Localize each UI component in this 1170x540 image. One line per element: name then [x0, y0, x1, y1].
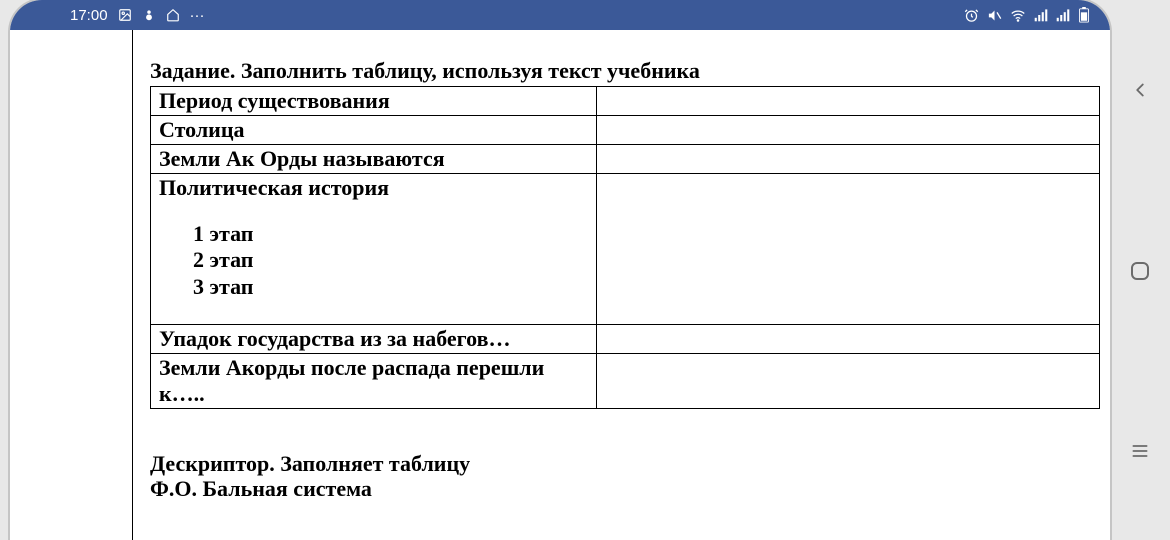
row-label: Столица	[151, 116, 597, 145]
descriptor-line1: Дескриптор. Заполняет таблицу	[150, 451, 1100, 476]
task-title: Задание. Заполнить таблицу, используя те…	[150, 58, 1100, 84]
status-right	[964, 7, 1090, 23]
nav-bar	[1110, 0, 1170, 540]
row-label: Период существования	[151, 87, 597, 116]
status-more: ···	[190, 7, 205, 24]
gallery-icon	[118, 8, 132, 22]
table-row: Упадок государства из за набегов…	[151, 325, 1100, 354]
table-row: Земли Акорды после распада перешли к…..	[151, 354, 1100, 409]
home-icon	[166, 8, 180, 22]
table-row: Столица	[151, 116, 1100, 145]
descriptor-line2: Ф.О. Бальная система	[150, 476, 1100, 501]
row-answer	[597, 354, 1100, 409]
phone-frame: 17:00 ···	[10, 0, 1110, 540]
row-label: Земли Акорды после распада перешли к…..	[151, 354, 597, 409]
row-answer	[597, 325, 1100, 354]
alarm-icon	[964, 8, 979, 23]
political-title: Политическая история	[159, 175, 588, 201]
stage-item: 2 этап	[193, 247, 588, 273]
stage-item: 1 этап	[193, 221, 588, 247]
row-answer	[597, 174, 1100, 325]
stages-list: 1 этап 2 этап 3 этап	[159, 221, 588, 300]
recents-button[interactable]	[1130, 441, 1150, 461]
row-answer	[597, 145, 1100, 174]
status-bar: 17:00 ···	[10, 0, 1110, 30]
stage-item: 3 этап	[193, 274, 588, 300]
back-button[interactable]	[1129, 79, 1151, 101]
document-viewport[interactable]: Задание. Заполнить таблицу, используя те…	[10, 30, 1110, 540]
margin-line	[132, 30, 133, 540]
signal2-icon	[1056, 8, 1070, 22]
row-label: Упадок государства из за набегов…	[151, 325, 597, 354]
row-answer	[597, 87, 1100, 116]
row-answer	[597, 116, 1100, 145]
worksheet-table: Период существования Столица Земли Ак Ор…	[150, 86, 1100, 409]
signal1-icon	[1034, 8, 1048, 22]
status-left: 17:00 ···	[70, 7, 205, 24]
status-time: 17:00	[70, 7, 108, 24]
mute-icon	[987, 8, 1002, 23]
home-button[interactable]	[1128, 259, 1152, 283]
wifi-icon	[1010, 8, 1026, 23]
battery-icon	[1078, 7, 1090, 23]
table-row: Политическая история 1 этап 2 этап 3 эта…	[151, 174, 1100, 325]
descriptor-block: Дескриптор. Заполняет таблицу Ф.О. Бальн…	[150, 451, 1100, 502]
row-label-political: Политическая история 1 этап 2 этап 3 эта…	[151, 174, 597, 325]
table-row: Период существования	[151, 87, 1100, 116]
snowman-icon	[142, 8, 156, 22]
document-content: Задание. Заполнить таблицу, используя те…	[150, 58, 1100, 502]
row-label: Земли Ак Орды называются	[151, 145, 597, 174]
table-row: Земли Ак Орды называются	[151, 145, 1100, 174]
